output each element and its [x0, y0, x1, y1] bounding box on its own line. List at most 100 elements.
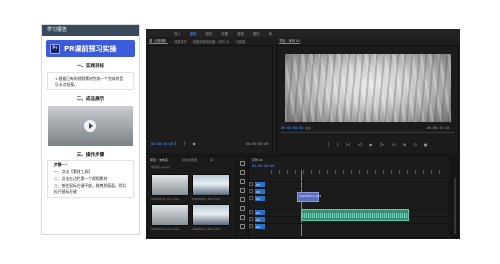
lock-icon[interactable] — [249, 196, 253, 200]
project-file-name: 未命名.prproj — [151, 165, 170, 169]
step-back-button[interactable]: <| — [358, 142, 363, 147]
track-a3-label: A3 — [256, 224, 260, 229]
project-clip-3[interactable] — [151, 204, 189, 226]
program-duration: 00:00:15:10 — [427, 126, 450, 130]
audio-meter-bar — [454, 178, 456, 234]
play-icon[interactable]: ▶ — [193, 141, 196, 146]
play-button[interactable]: ▶ — [370, 142, 373, 147]
project-panel: 项目：未命名 媒体浏览器 库 未命名.prproj 20180101_001.m… — [147, 156, 237, 238]
menu-import[interactable]: 导入 — [174, 31, 181, 36]
ripple-edit-tool-icon[interactable] — [240, 179, 245, 184]
mark-in-icon[interactable]: { — [174, 141, 177, 146]
razor-tool-icon[interactable] — [240, 188, 245, 193]
step-3: 三、按住鼠标左键不放，拖拽到画面，然后松开鼠标左键 — [54, 183, 127, 194]
source-timecode-out: 00:00:00:00 — [246, 142, 269, 146]
mark-out-icon[interactable]: } — [184, 141, 187, 146]
program-timecode[interactable]: 00:00:00:00 — [281, 126, 303, 130]
source-controls: { } ▶ — [174, 141, 196, 146]
source-tabbar: 源（无剪辑） 效果控件 音频剪辑混合器：序列 01 元数据 — [146, 37, 245, 45]
section-result-title: 二、成品展示 — [76, 97, 105, 102]
audio-clip[interactable] — [301, 209, 409, 221]
premiere-window: 导入 编辑 颜色 效果 音频 图形 库 源（无剪辑） 效果控件 音频剪辑混合器：… — [146, 29, 460, 239]
program-fit-select[interactable]: 适合 — [305, 126, 311, 130]
menu-audio[interactable]: 音频 — [237, 31, 244, 36]
steps-box: 步骤一： 一、点击【素材工具】 二、点击左边栏第一个视频素材 三、按住鼠标左键不… — [47, 160, 134, 198]
timeline-ruler[interactable] — [271, 170, 447, 174]
tab-project[interactable]: 项目：未命名 — [150, 158, 168, 162]
tab-media-browser[interactable]: 媒体浏览器 — [182, 158, 197, 162]
course-banner: Pr PR课前预习实操 — [46, 40, 135, 57]
video-clip[interactable]: 20180101_001 — [297, 192, 322, 202]
go-to-in-button[interactable]: |< — [346, 142, 351, 147]
project-clip-4-label: 20180101_004.mp4 — [192, 227, 221, 231]
project-clip-4[interactable] — [192, 204, 230, 226]
step-forward-button[interactable]: |> — [380, 142, 385, 147]
video-clip-label: 20180101_001 — [299, 194, 322, 198]
program-transport: { } |< <| ▶ |> >| ⊞ ⊡ ▣ — [327, 142, 427, 147]
timeline-panel: 序列 01 00:00:00:00 V3 V2 V1 20180101_001 … — [248, 156, 450, 238]
premiere-logo-icon: Pr — [50, 43, 60, 54]
mark-out-button[interactable]: } — [337, 142, 340, 147]
section-steps-title: 三、操作步骤 — [76, 153, 105, 158]
program-tabbar: 节目：序列 01 — [276, 37, 301, 45]
project-clip-2-label: 20180101_002.mp4 — [192, 197, 221, 201]
project-clip-3-label: 20180101_003.mp4 — [151, 227, 180, 231]
tab-libraries[interactable]: 库 — [210, 158, 213, 162]
extract-button[interactable]: ⊡ — [413, 142, 416, 147]
track-v3: V3 — [249, 181, 449, 187]
menu-color[interactable]: 颜色 — [206, 31, 213, 36]
tab-effect-controls[interactable]: 效果控件 — [174, 39, 187, 44]
tab-audio-mixer[interactable]: 音频剪辑混合器：序列 01 — [193, 39, 230, 44]
timeline-timecode[interactable]: 00:00:00:00 — [252, 164, 274, 168]
mark-in-button[interactable]: { — [327, 142, 330, 147]
step-2: 二、点击左边栏第一个视频素材 — [54, 176, 108, 181]
tab-metadata[interactable]: 元数据 — [236, 39, 246, 44]
track-a3: A3 — [249, 223, 449, 229]
track-v2-label: V2 — [256, 189, 260, 194]
tab-sequence[interactable]: 序列 01 — [252, 158, 263, 162]
track-v3-label: V3 — [256, 182, 260, 187]
track-select-tool-icon[interactable] — [240, 170, 245, 175]
hand-tool-icon[interactable] — [240, 215, 245, 220]
track-v1: V1 — [249, 195, 449, 201]
lock-icon[interactable] — [249, 182, 253, 186]
track-v1-label: V1 — [256, 196, 260, 201]
goal-text: 1.根据已有的视频素材完成一个完成的音乐卡点短视。 — [55, 76, 124, 87]
lock-icon[interactable] — [249, 189, 253, 193]
program-video-frame[interactable] — [285, 54, 451, 122]
lock-icon[interactable] — [249, 224, 253, 228]
lift-button[interactable]: ⊞ — [403, 142, 406, 147]
tools-panel — [238, 156, 247, 238]
result-video-thumbnail[interactable] — [48, 106, 133, 146]
type-tool-icon[interactable] — [240, 224, 245, 229]
track-a1-label: A1 — [256, 210, 260, 215]
slip-tool-icon[interactable] — [240, 197, 245, 202]
export-frame-button[interactable]: ▣ — [424, 142, 428, 147]
study-title: 学习报告 — [42, 25, 139, 36]
project-clip-1[interactable] — [151, 174, 189, 196]
study-report-panel: 学习报告 Pr PR课前预习实操 一、实践目标 1.根据已有的视频素材完成一个完… — [41, 24, 140, 235]
menu-libraries[interactable]: 库 — [269, 31, 272, 36]
program-monitor: 00:00:00:00 适合 00:00:15:10 { } |< <| ▶ |… — [276, 45, 459, 155]
steps-heading: 步骤一： — [54, 162, 70, 167]
program-scrubber[interactable] — [281, 132, 455, 133]
lock-icon[interactable] — [249, 217, 253, 221]
step-1: 一、点击【素材工具】 — [54, 169, 92, 174]
snow-forest-image — [285, 54, 451, 122]
source-timecode-in: 00:00:00:00 — [151, 142, 174, 146]
go-to-out-button[interactable]: >| — [391, 142, 396, 147]
selection-tool-icon[interactable] — [240, 161, 245, 166]
menu-graphics[interactable]: 图形 — [253, 31, 260, 36]
banner-title: PR课前预习实操 — [64, 44, 117, 53]
track-v2: V2 — [249, 188, 449, 194]
workspace-menubar: 导入 编辑 颜色 效果 音频 图形 库 — [146, 29, 460, 37]
lock-icon[interactable] — [249, 210, 253, 214]
menu-edit[interactable]: 编辑 — [190, 31, 197, 36]
tab-program[interactable]: 节目：序列 01 — [279, 38, 301, 44]
tab-source[interactable]: 源（无剪辑） — [149, 38, 169, 44]
section-goal-title: 一、实践目标 — [76, 64, 105, 69]
pen-tool-icon[interactable] — [240, 206, 245, 211]
play-icon[interactable] — [84, 120, 96, 132]
menu-effects[interactable]: 效果 — [221, 31, 228, 36]
project-clip-2[interactable] — [192, 174, 230, 196]
